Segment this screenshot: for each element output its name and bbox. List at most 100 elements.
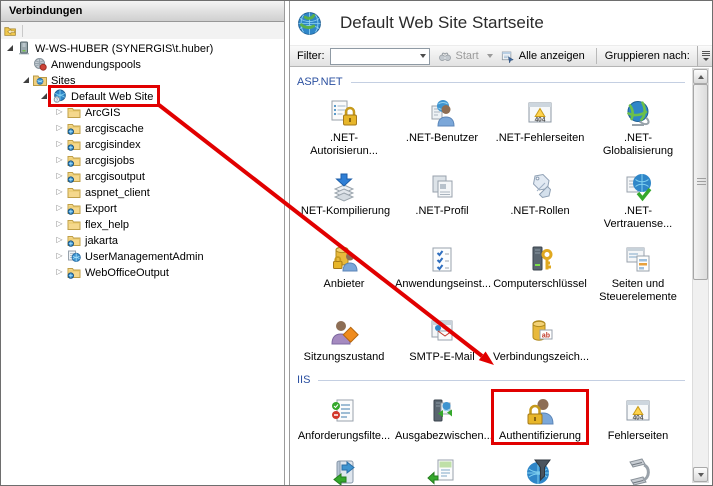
- expander-icon[interactable]: ▷: [55, 236, 64, 244]
- sites-folder-icon: [33, 73, 47, 87]
- section-rule: [350, 81, 685, 83]
- tree-item-arcgiscache[interactable]: ▷ arcgiscache: [1, 120, 284, 136]
- expander-icon[interactable]: [5, 45, 14, 51]
- feature-request-filtering[interactable]: Anforderungsfilte...: [295, 389, 393, 445]
- start-filter-label: Start: [455, 50, 479, 62]
- feature-net-globalization[interactable]: .NET-Globalisierung: [589, 91, 687, 160]
- toolbar-overflow-button[interactable]: [697, 46, 712, 66]
- tree-item-flex-help[interactable]: ▷ flex_help: [1, 216, 284, 232]
- tree-item-server[interactable]: W-WS-HUBER (SYNERGIS\t.huber): [1, 40, 284, 56]
- connections-toolbar: [1, 22, 284, 39]
- feature-label: Anwendungseinst...: [395, 278, 492, 290]
- expander-icon[interactable]: ▷: [55, 124, 64, 132]
- expander-icon[interactable]: ▷: [55, 220, 64, 228]
- filter-input[interactable]: [330, 49, 418, 63]
- features-area: ASP.NET .NET-Autorisierun... .NET-Benutz…: [291, 68, 687, 485]
- filter-combo[interactable]: [329, 47, 430, 65]
- feature-authentication[interactable]: Authentifizierung: [491, 389, 589, 445]
- smtp-email-icon: [395, 315, 489, 349]
- tree-item-arcgis[interactable]: ▷ ArcGIS: [1, 104, 284, 120]
- tree-item-export[interactable]: ▷ Export: [1, 200, 284, 216]
- show-all-label: Alle anzeigen: [518, 50, 585, 62]
- tree-item-webofficeoutput[interactable]: ▷ WebOfficeOutput: [1, 264, 284, 280]
- expander-icon[interactable]: ▷: [55, 188, 64, 196]
- feature-net-profile[interactable]: .NET-Profil: [393, 164, 491, 233]
- tree-item-usermanagementadmin[interactable]: ▷ UserManagementAdmin: [1, 248, 284, 264]
- feature-output-caching[interactable]: Ausgabezwischen...: [393, 389, 493, 445]
- tree-item-default-web-site[interactable]: ? Default Web Site: [1, 85, 284, 107]
- feature-view-panel: Default Web Site Startseite Filter: Star…: [289, 1, 712, 485]
- folder-icon: [67, 185, 81, 199]
- start-filter-button[interactable]: Start: [435, 49, 482, 64]
- expander-icon[interactable]: ▷: [55, 156, 64, 164]
- feature-smtp-email[interactable]: SMTP-E-Mail: [393, 310, 491, 366]
- create-connection-icon[interactable]: [4, 24, 17, 37]
- expander-icon[interactable]: ▷: [55, 204, 64, 212]
- vertical-scrollbar[interactable]: [692, 68, 709, 483]
- feature-label: .NET-Vertrauense...: [603, 205, 673, 230]
- iis-tiles: Anforderungsfilte... Ausgabezwischen... …: [295, 389, 687, 485]
- feature-net-compilation[interactable]: .NET-Kompilierung: [295, 164, 393, 233]
- svg-text:404: 404: [535, 117, 546, 124]
- virtual-directory-icon: [67, 201, 81, 215]
- expander-icon[interactable]: [39, 93, 48, 99]
- feature-machine-key[interactable]: Computerschlüssel: [491, 237, 589, 306]
- tree-item-jakarta[interactable]: ▷ jakarta: [1, 232, 284, 248]
- feature-net-error-pages[interactable]: 404 .NET-Fehlerseiten: [491, 91, 589, 160]
- net-compilation-icon: [297, 169, 391, 203]
- expander-icon[interactable]: ▷: [55, 108, 64, 116]
- expander-icon[interactable]: ▷: [55, 172, 64, 180]
- section-rule: [318, 379, 685, 381]
- feature-handler-mappings[interactable]: Handlerzuordnun...: [295, 449, 393, 485]
- filter-label: Filter:: [297, 50, 325, 62]
- page-title-bar: Default Web Site Startseite: [290, 1, 712, 45]
- feature-label: .NET-Kompilierung: [297, 205, 391, 217]
- binoculars-icon: [438, 50, 452, 63]
- virtual-directory-icon: [67, 233, 81, 247]
- feature-providers[interactable]: Anbieter: [295, 237, 393, 306]
- connections-panel-title: Verbindungen: [1, 1, 284, 22]
- expander-icon[interactable]: ▷: [55, 252, 64, 260]
- feature-connection-strings[interactable]: ab Verbindungszeich...: [491, 310, 589, 366]
- feature-isapi-filters[interactable]: ISAPI-Filter: [491, 449, 589, 485]
- scrollbar-thumb[interactable]: [693, 84, 708, 280]
- feature-compression[interactable]: Komprimierung: [589, 449, 687, 485]
- tree-item-application-pools[interactable]: Anwendungspools: [1, 56, 284, 72]
- application-icon: [67, 249, 81, 263]
- tree-item-arcgisjobs[interactable]: ▷ arcgisjobs: [1, 152, 284, 168]
- chevron-down-icon[interactable]: [418, 54, 429, 58]
- show-all-button[interactable]: Alle anzeigen: [498, 49, 588, 64]
- net-roles-icon: [493, 169, 587, 203]
- tree-item-label: arcgisindex: [85, 138, 141, 151]
- scroll-down-button[interactable]: [693, 467, 708, 482]
- expander-icon[interactable]: [21, 77, 30, 83]
- expander-icon[interactable]: ▷: [55, 268, 64, 276]
- start-dropdown-icon[interactable]: [486, 54, 493, 58]
- feature-label: SMTP-E-Mail: [409, 351, 475, 363]
- tree-item-sites[interactable]: Sites: [1, 72, 284, 88]
- folder-icon: [67, 105, 81, 119]
- feature-net-trust-levels[interactable]: .NET-Vertrauense...: [589, 164, 687, 233]
- connection-strings-icon: ab: [493, 315, 587, 349]
- request-filtering-icon: [297, 394, 391, 428]
- feature-net-authorization[interactable]: .NET-Autorisierun...: [295, 91, 393, 160]
- scroll-up-button[interactable]: [693, 69, 708, 84]
- feature-application-settings[interactable]: Anwendungseinst...: [393, 237, 491, 306]
- output-caching-icon: [395, 394, 489, 428]
- handler-mappings-icon: [297, 454, 391, 485]
- feature-net-users[interactable]: .NET-Benutzer: [393, 91, 491, 160]
- feature-http-response-headers[interactable]: HTTP-Antworthea...: [393, 449, 491, 485]
- feature-net-roles[interactable]: .NET-Rollen: [491, 164, 589, 233]
- section-title: IIS: [297, 373, 311, 386]
- tree-item-aspnet-client[interactable]: ▷ aspnet_client: [1, 184, 284, 200]
- tree-item-arcgisoutput[interactable]: ▷ arcgisoutput: [1, 168, 284, 184]
- providers-icon: [297, 242, 391, 276]
- feature-error-pages[interactable]: 404 Fehlerseiten: [589, 389, 687, 445]
- show-all-icon: [501, 50, 515, 63]
- expander-icon[interactable]: ▷: [55, 140, 64, 148]
- tree-item-arcgisindex[interactable]: ▷ arcgisindex: [1, 136, 284, 152]
- feature-pages-and-controls[interactable]: Seiten und Steuerelemente: [589, 237, 687, 306]
- feature-session-state[interactable]: Sitzungszustand: [295, 310, 393, 366]
- session-state-icon: [297, 315, 391, 349]
- tree-item-label: UserManagementAdmin: [85, 250, 204, 263]
